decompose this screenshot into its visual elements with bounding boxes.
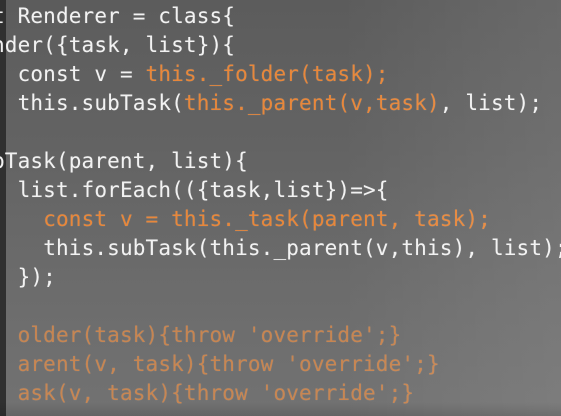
code-line-3: const v = this._folder(task);: [0, 60, 561, 89]
code-text-highlight: arent(v, task){throw 'override';}: [17, 352, 440, 376]
code-line-9: this.subTask(this._parent(v,this), list)…: [0, 234, 561, 263]
code-text: nder({task, list}){: [0, 33, 236, 57]
code-line-7: list.forEach(({task,list})=>{: [0, 176, 561, 205]
code-text: t Renderer = class{: [0, 4, 236, 28]
code-text: list.forEach(({task,list})=>{: [17, 178, 389, 202]
code-text: });: [17, 265, 56, 289]
code-text: bTask(parent, list){: [0, 149, 248, 173]
code-text-highlight: this._folder(task);: [145, 62, 389, 86]
code-text: this.subTask(this._parent(v,this), list)…: [43, 236, 561, 260]
code-line-6: bTask(parent, list){: [0, 147, 561, 176]
code-text: const v =: [17, 62, 146, 86]
code-line-8: const v = this._task(parent, task);: [0, 205, 561, 234]
code-line-2: nder({task, list}){: [0, 31, 561, 60]
code-line-12: older(task){throw 'override';}: [0, 321, 561, 350]
code-line-4: this.subTask(this._parent(v,task), list)…: [0, 89, 561, 118]
code-text: , list);: [439, 91, 543, 115]
code-line-10: });: [0, 263, 561, 292]
code-view[interactable]: t Renderer = class{ nder({task, list}){ c…: [0, 2, 561, 408]
code-editor-screen: t Renderer = class{ nder({task, list}){ c…: [0, 0, 561, 416]
code-line-13: arent(v, task){throw 'override';}: [0, 350, 561, 379]
code-line-1: t Renderer = class{: [0, 2, 561, 31]
code-text: this.subTask(: [17, 91, 184, 115]
code-text-highlight: const v = this._task(parent, task);: [43, 207, 491, 231]
code-text-highlight: this._parent(v,task): [183, 91, 440, 115]
screen-bottom-shade: [0, 402, 561, 416]
code-text-highlight: older(task){throw 'override';}: [17, 323, 402, 347]
